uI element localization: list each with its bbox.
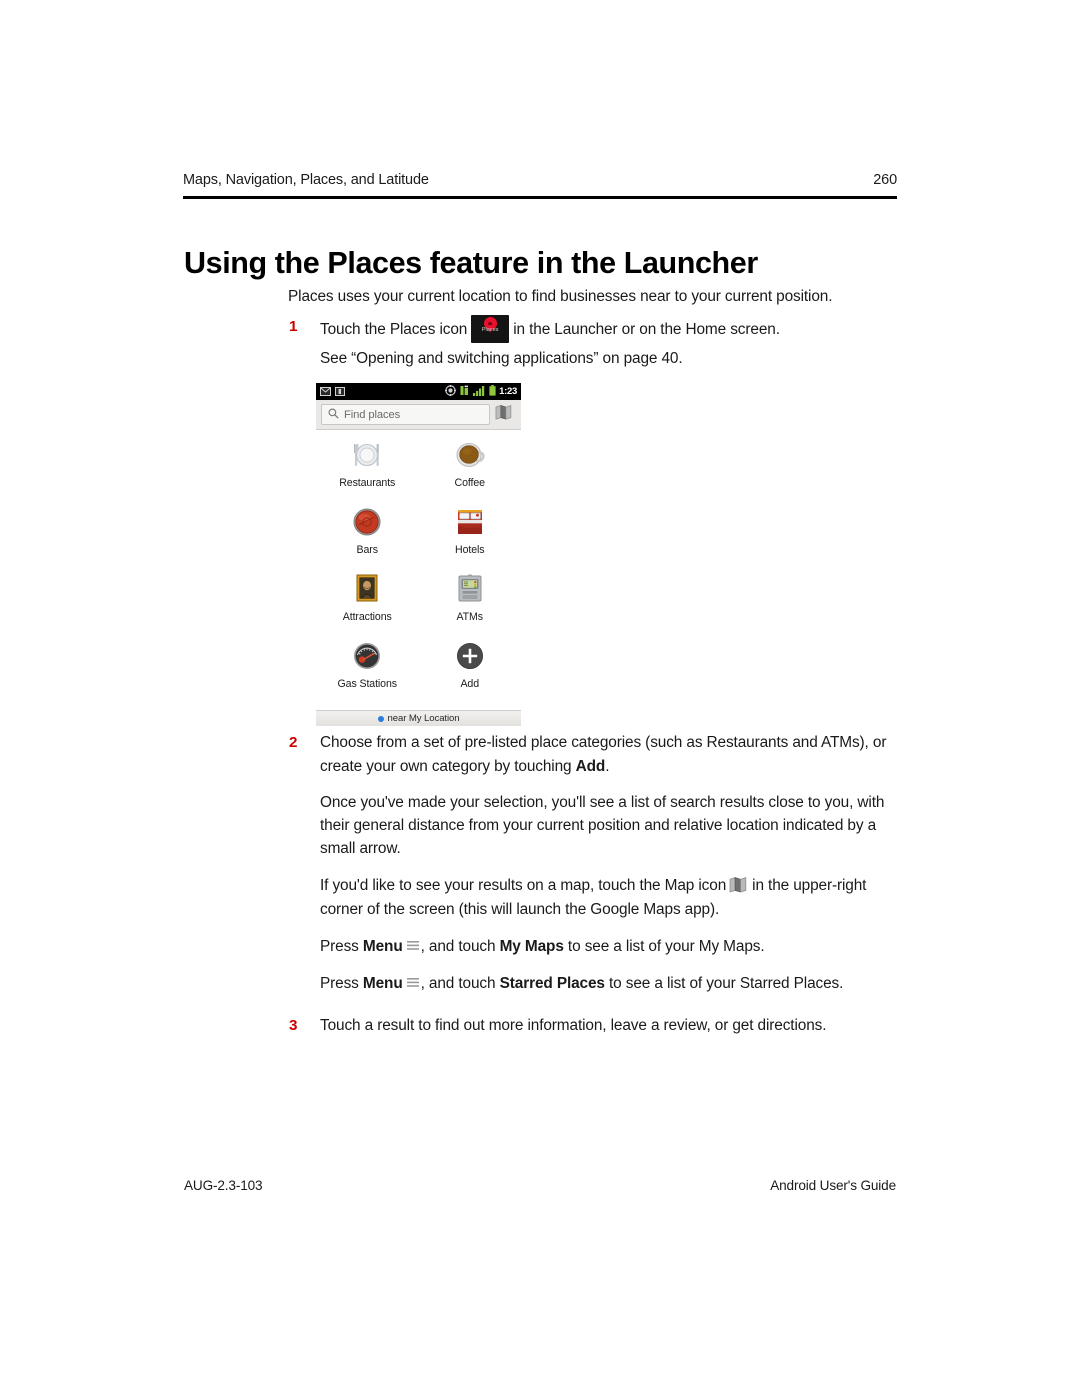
- places-app-screenshot: 1:23 Find places Restaurants Coffee Bars…: [316, 383, 521, 727]
- step-2-number: 2: [289, 734, 298, 752]
- battery-icon: [489, 383, 496, 401]
- my-maps-prefix: Press: [320, 937, 363, 955]
- near-my-location-label: near My Location: [387, 713, 460, 724]
- category-label: Coffee: [454, 477, 486, 489]
- menu-icon: [406, 973, 420, 987]
- category-label: ATMs: [456, 611, 484, 623]
- sync-icon: [460, 383, 469, 401]
- near-my-location-bar[interactable]: near My Location: [316, 710, 521, 726]
- step-2-add-bold: Add: [575, 757, 606, 775]
- starred-places-line: Press Menu , and touch Starred Places to …: [288, 972, 900, 995]
- intro-paragraph: Places uses your current location to fin…: [288, 288, 833, 305]
- gas-stations-icon: [347, 637, 387, 677]
- category-row: Bars Hotels: [316, 503, 521, 570]
- step-2: 2 Choose from a set of pre-listed place …: [288, 731, 900, 777]
- step-1-text-before: Touch the Places icon: [320, 321, 468, 339]
- category-coffee[interactable]: Coffee: [419, 436, 522, 503]
- starred-suffix: to see a list of your Starred Places.: [604, 975, 844, 993]
- header-chapter: Maps, Navigation, Places, and Latitude: [183, 172, 429, 188]
- step-2-line1a: Choose from a set of pre-listed place ca…: [320, 734, 869, 752]
- my-maps-bold: My Maps: [499, 937, 564, 955]
- category-label: Restaurants: [339, 477, 396, 489]
- search-input[interactable]: Find places: [321, 404, 490, 425]
- hotels-icon: [450, 503, 490, 543]
- category-label: Attractions: [342, 611, 392, 623]
- step-3: 3 Touch a result to find out more inform…: [288, 1014, 900, 1037]
- category-atms[interactable]: ATMs: [419, 570, 522, 637]
- step-1-number: 1: [289, 318, 298, 336]
- step-2-paragraph-3: If you'd like to see your results on a m…: [288, 874, 900, 920]
- running-header: Maps, Navigation, Places, and Latitude 2…: [183, 172, 897, 188]
- category-label: Add: [460, 678, 480, 690]
- document-page: Maps, Navigation, Places, and Latitude 2…: [0, 0, 1080, 1397]
- step-1-text-after: in the Launcher or on the Home screen.: [513, 321, 780, 339]
- coffee-icon: [450, 436, 490, 476]
- atms-icon: [450, 570, 490, 610]
- status-bar-right-icons: [445, 383, 496, 401]
- page-footer: AUG-2.3-103 Android User's Guide: [184, 1178, 896, 1193]
- footer-doc-code: AUG-2.3-103: [184, 1178, 263, 1193]
- sms-icon: [335, 383, 345, 401]
- add-icon: [450, 637, 490, 677]
- menu-bold-label: Menu: [362, 937, 403, 955]
- category-label: Hotels: [455, 544, 485, 556]
- map-view-button[interactable]: [490, 404, 516, 425]
- category-label: Bars: [356, 544, 378, 556]
- header-rule: [183, 196, 897, 199]
- search-placeholder: Find places: [344, 408, 401, 421]
- my-maps-mid: , and touch: [420, 937, 500, 955]
- category-row: Gas Stations Add: [316, 637, 521, 704]
- category-attractions[interactable]: Attractions: [316, 570, 419, 637]
- android-status-bar: 1:23: [316, 383, 521, 400]
- menu-bold-label-2: Menu: [362, 975, 403, 993]
- status-bar-left-icons: [320, 383, 345, 401]
- step-1: 1 Touch the Places icon Places in the Laun…: [288, 315, 900, 344]
- bars-icon: [347, 503, 387, 543]
- map-icon: [495, 404, 512, 425]
- category-row: Attractions ATMs: [316, 570, 521, 637]
- mail-icon: [320, 383, 331, 401]
- my-maps-line: Press Menu , and touch My Maps to see a l…: [288, 935, 900, 958]
- starred-prefix: Press: [320, 975, 363, 993]
- attractions-icon: [347, 570, 387, 610]
- step-2-paragraph-2: Once you've made your selection, you'll …: [320, 793, 885, 858]
- category-restaurants[interactable]: Restaurants: [316, 436, 419, 503]
- page-title: Using the Places feature in the Launcher: [184, 246, 758, 281]
- category-row: Restaurants Coffee: [316, 436, 521, 503]
- signal-icon: [473, 383, 485, 401]
- category-label: Gas Stations: [337, 678, 398, 690]
- step-1-subtext: See “Opening and switching applications”…: [320, 350, 683, 368]
- places-icon-label: Places: [481, 327, 499, 333]
- header-page-number: 260: [873, 172, 897, 188]
- menu-icon: [406, 936, 420, 950]
- gps-icon: [445, 383, 457, 401]
- status-bar-clock: 1:23: [499, 386, 517, 397]
- search-icon: [328, 406, 339, 424]
- step-3-number: 3: [289, 1017, 298, 1035]
- category-hotels[interactable]: Hotels: [419, 503, 522, 570]
- category-bars[interactable]: Bars: [316, 503, 419, 570]
- footer-doc-title: Android User's Guide: [770, 1178, 896, 1193]
- my-maps-suffix: to see a list of your My Maps.: [563, 937, 765, 955]
- restaurants-icon: [347, 436, 387, 476]
- starred-mid: , and touch: [420, 975, 500, 993]
- starred-bold: Starred Places: [499, 975, 605, 993]
- category-gas-stations[interactable]: Gas Stations: [316, 637, 419, 704]
- places-app-icon: Places: [471, 315, 510, 344]
- map-para-before: If you'd like to see your results on a m…: [320, 877, 727, 895]
- places-search-bar: Find places: [316, 400, 521, 430]
- step-3-text: Touch a result to find out more informat…: [320, 1017, 827, 1035]
- category-add[interactable]: Add: [419, 637, 522, 704]
- map-icon: [729, 876, 747, 893]
- location-dot-icon: [377, 715, 384, 722]
- places-category-grid: Restaurants Coffee Bars Hotels Attractio…: [316, 430, 521, 710]
- step-2-line1c: .: [605, 757, 610, 775]
